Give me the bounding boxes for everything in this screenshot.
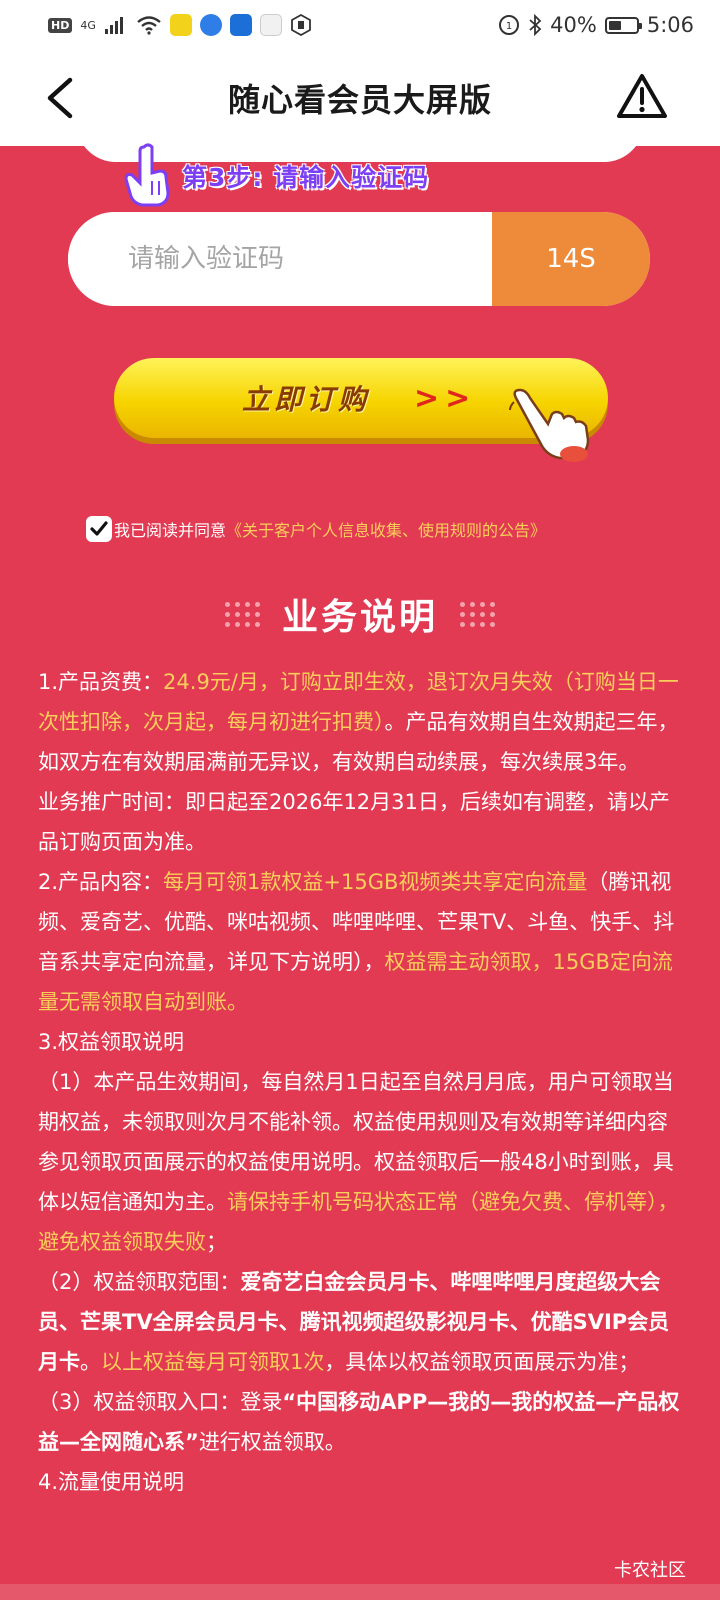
status-bar: HD 4G 1 40% 5:06	[0, 0, 720, 50]
benefit-rule-2-end: ，具体以权益领取页面展示为准；	[324, 1350, 640, 1374]
battery-icon	[604, 16, 642, 34]
arrows-icon: >>	[414, 380, 477, 416]
benefit-heading: 3.权益领取说明	[38, 1030, 185, 1054]
promotion-period: 业务推广时间：即日起至2026年12月31日，后续如有调整，请以产品订购页面为准…	[38, 790, 670, 854]
section-heading: 业务说明	[0, 588, 720, 640]
agreement-text: 我已阅读并同意	[114, 521, 227, 540]
benefit-rule-2-limit: 以上权益每月可领取1次	[101, 1350, 325, 1374]
privacy-notice-link[interactable]: 《关于客户个人信息收集、使用规则的公告》	[226, 517, 546, 541]
page-title: 随心看会员大屏版	[227, 81, 492, 119]
app-icon-box	[259, 14, 282, 36]
fee-paragraph: 1.产品资费：24.9元/月，订购立即生效，退订次月失效（订购当日一次性扣除，次…	[38, 662, 682, 782]
benefit-rule-3: （3）权益领取入口：登录“中国移动APP—我的—我的权益—产品权益—全网随心系”…	[38, 1382, 682, 1462]
checkmark-icon	[90, 521, 108, 536]
pointing-hand-icon	[124, 143, 170, 207]
benefit-rule-2-sep: 。	[80, 1350, 101, 1374]
subscribe-label: 立即订购	[242, 383, 371, 416]
bottom-fade	[0, 1584, 720, 1600]
watermark: 卡农社区	[614, 1560, 686, 1581]
app-icon-yellow	[169, 14, 192, 36]
benefit-rule-3-label: （3）权益领取入口：登录	[38, 1390, 283, 1414]
content-paragraph: 2.产品内容：每月可领1款权益+15GB视频类共享定向流量（腾讯视频、爱奇艺、优…	[38, 862, 682, 1022]
app-icon-bulb	[229, 14, 252, 36]
agreement-row: 我已阅读并同意 《关于客户个人信息收集、使用规则的公告》	[86, 516, 546, 542]
tap-hand-icon	[509, 388, 590, 462]
content-label: 2.产品内容：	[38, 870, 164, 894]
verification-code-input[interactable]	[68, 212, 492, 306]
svg-text:1: 1	[506, 21, 512, 32]
benefit-rule-1-end: ；	[206, 1230, 227, 1254]
clock: 5:06	[646, 13, 694, 37]
dots-decoration-right	[460, 601, 495, 627]
content-highlight: 每月可领1款权益+15GB视频类共享定向流量	[163, 870, 588, 894]
fee-label: 1.产品资费：	[38, 670, 164, 694]
wifi-icon	[137, 16, 161, 35]
dots-decoration-left	[224, 601, 260, 627]
nav-bar: 随心看会员大屏版	[0, 50, 720, 146]
battery-percent: 40%	[550, 13, 597, 37]
resend-countdown[interactable]: 14S	[492, 212, 650, 306]
benefit-rule-1: （1）本产品生效期间，每自然月1日起至自然月月底，用户可领取当期权益，未领取则次…	[38, 1062, 682, 1262]
network-label: 4G	[80, 18, 96, 32]
back-arrow-icon[interactable]	[40, 74, 84, 122]
section-title: 业务说明	[281, 597, 438, 638]
hand-stop-icon	[290, 14, 311, 36]
benefit-rule-3-end: 进行权益领取。	[198, 1430, 346, 1454]
warning-icon[interactable]	[616, 72, 668, 120]
benefit-rule-2: （2）权益领取范围：爱奇艺白金会员月卡、哔哩哔哩月度超级大会员、芒果TV全屏会员…	[38, 1262, 682, 1382]
signal-icon	[104, 17, 123, 34]
bluetooth-icon	[529, 14, 542, 36]
agreement-checkbox[interactable]	[86, 516, 112, 542]
benefit-rule-2-label: （2）权益领取范围：	[38, 1270, 241, 1294]
status-left: HD 4G	[48, 14, 312, 36]
traffic-heading: 4.流量使用说明	[38, 1470, 185, 1494]
data-saver-icon: 1	[499, 15, 520, 35]
step-3-label: 第3步: 请输入验证码	[182, 163, 430, 192]
app-icon-blue	[199, 14, 222, 36]
hd-badge: HD	[48, 17, 73, 33]
code-input-group: 14S	[68, 212, 650, 306]
status-right: 1 40% 5:06	[498, 13, 694, 37]
service-description: 1.产品资费：24.9元/月，订购立即生效，退订次月失效（订购当日一次性扣除，次…	[38, 662, 682, 1502]
